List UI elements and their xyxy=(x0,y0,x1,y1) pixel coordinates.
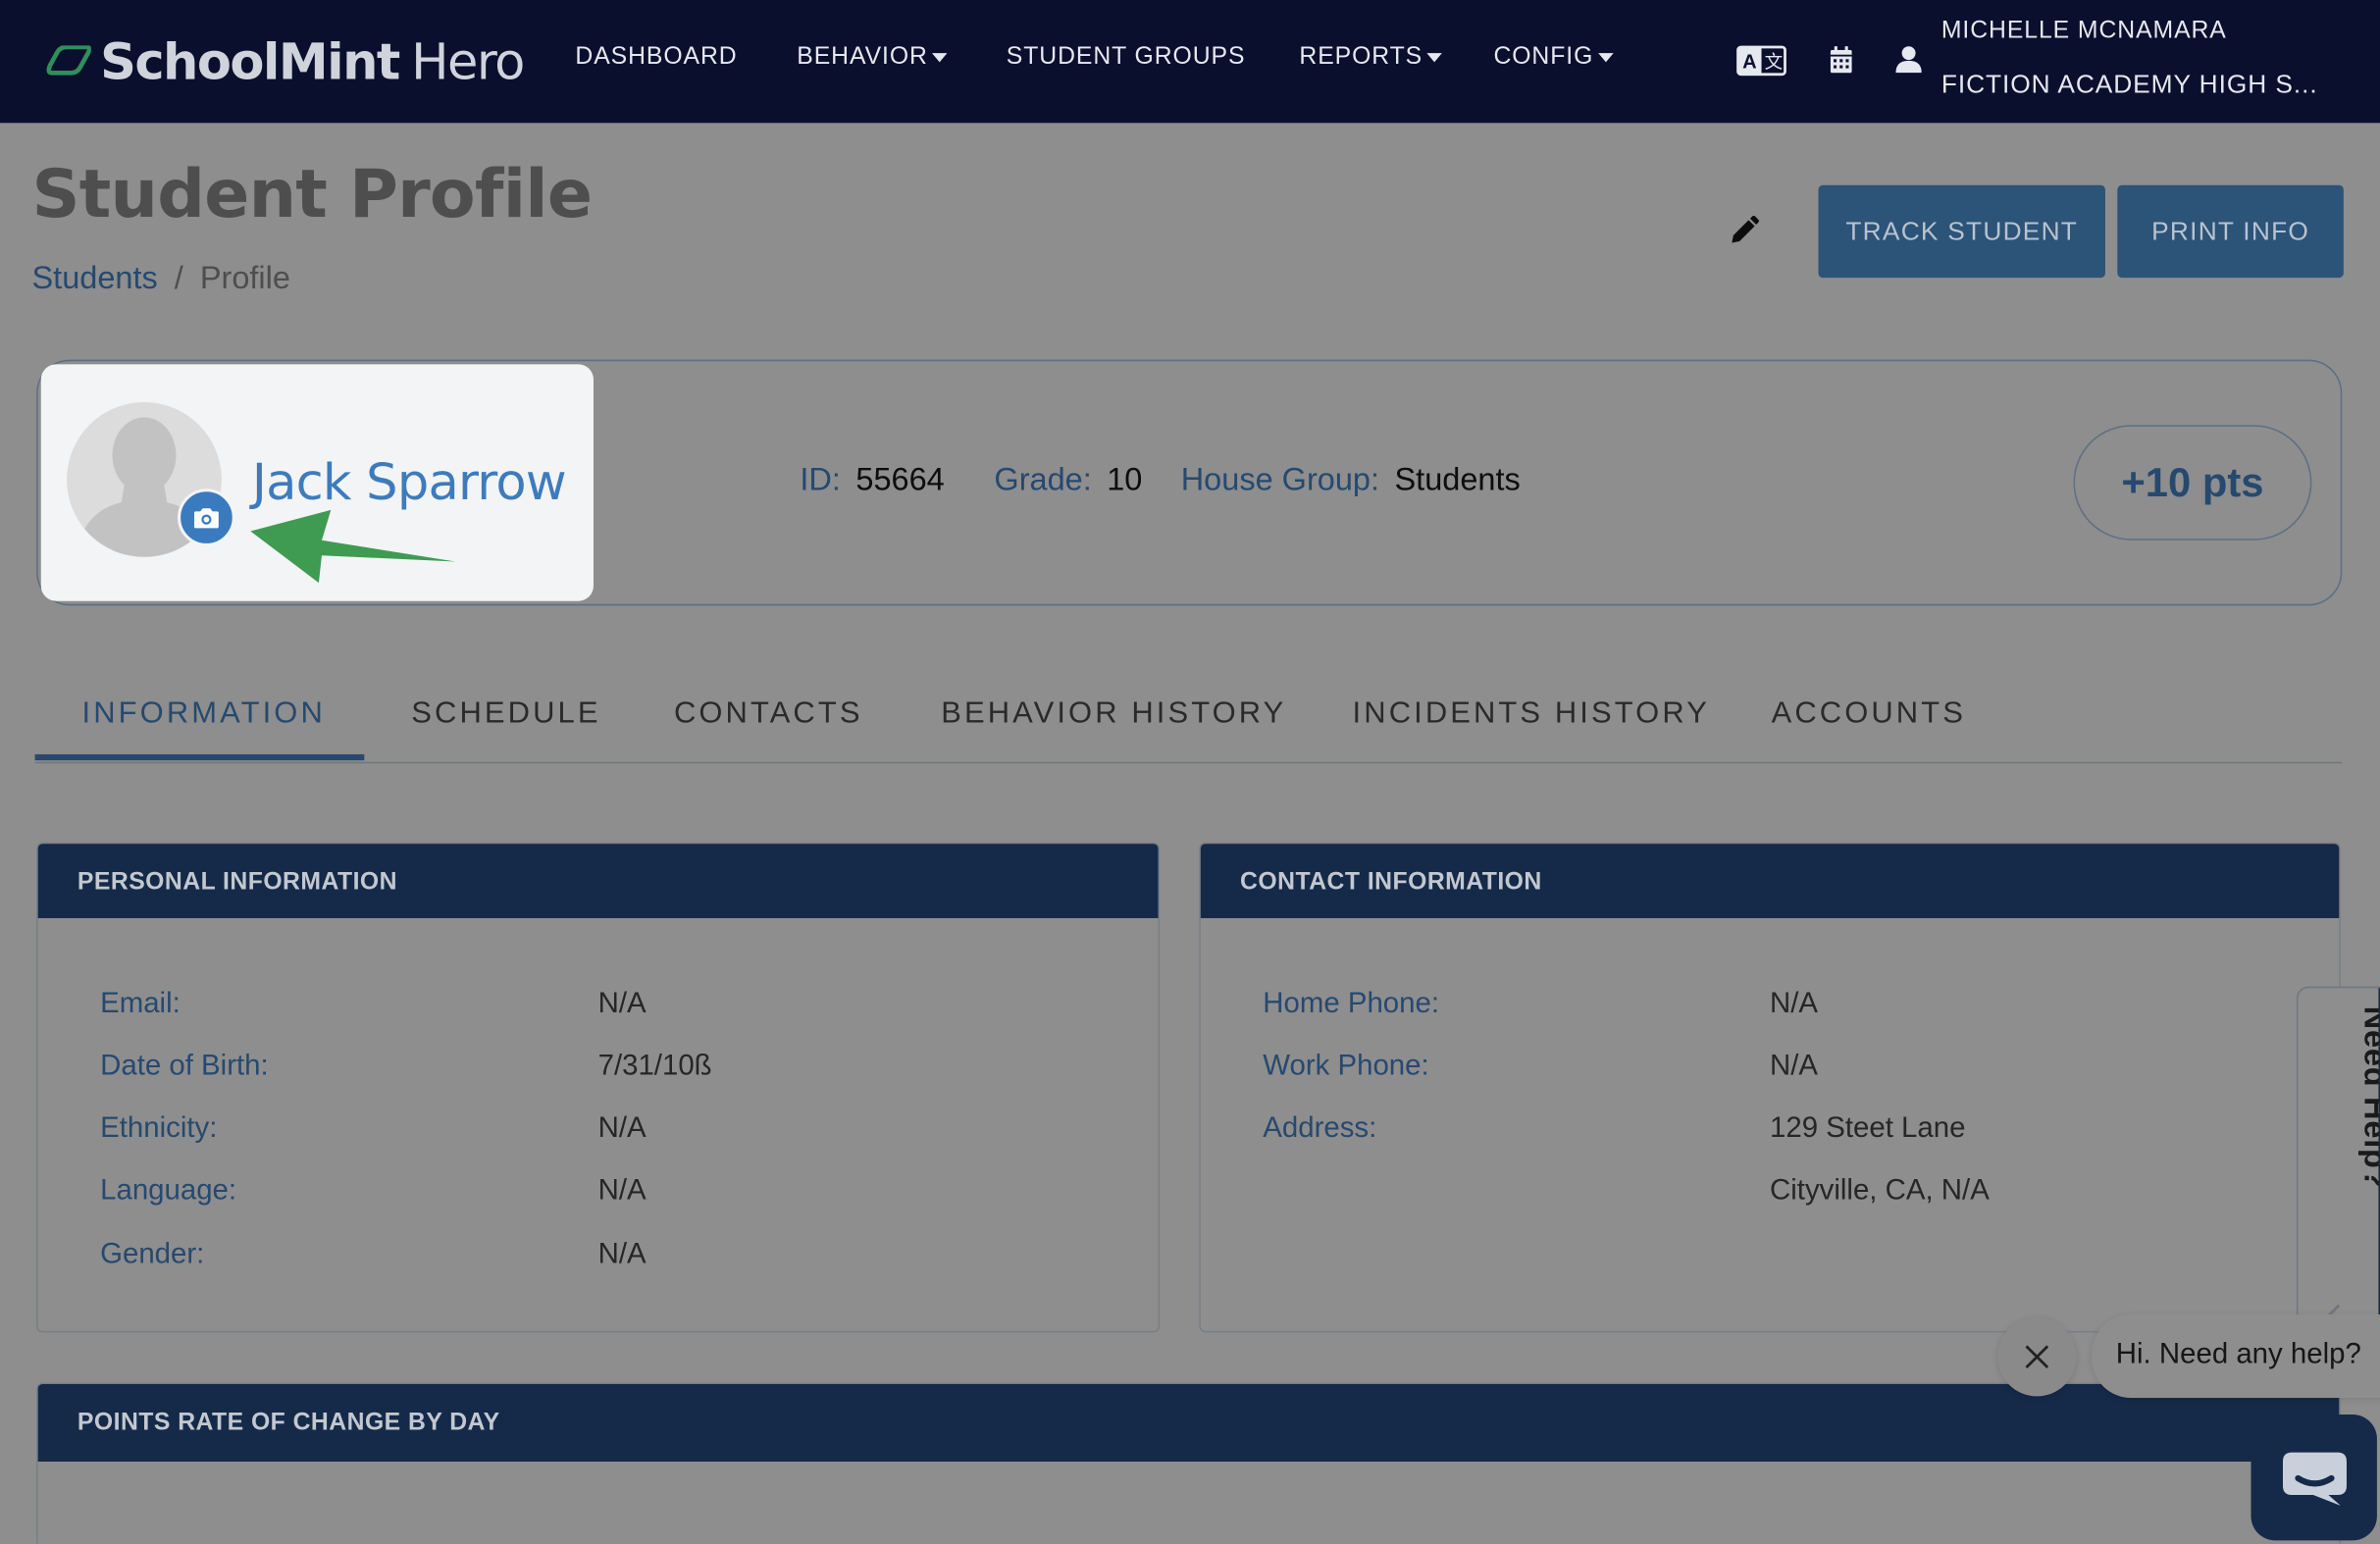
caret-down-icon xyxy=(932,53,948,63)
nav-student-groups[interactable]: STUDENT GROUPS xyxy=(1007,44,1246,72)
user-name[interactable]: MICHELLE MCNAMARA xyxy=(1941,19,2227,46)
panel-header: CONTACT INFORMATION xyxy=(1200,844,2340,919)
tab-contacts[interactable]: CONTACTS xyxy=(674,696,863,732)
panel-title: CONTACT INFORMATION xyxy=(1240,869,1542,896)
logo-suffix: Hero xyxy=(411,30,525,91)
contact-information-panel: CONTACT INFORMATION Home Phone: N/A Work… xyxy=(1199,842,2341,1333)
caret-down-icon xyxy=(1426,53,1443,63)
ethnicity-value: N/A xyxy=(597,1112,647,1145)
student-grade-label: Grade: xyxy=(994,462,1092,498)
breadcrumb-students-link[interactable]: Students xyxy=(31,261,157,297)
email-label: Email: xyxy=(100,988,181,1020)
tab-behavior-history[interactable]: BEHAVIOR HISTORY xyxy=(941,696,1286,732)
breadcrumb: Students / Profile xyxy=(31,261,289,297)
svg-text:A: A xyxy=(1742,52,1757,74)
user-icon[interactable] xyxy=(1895,45,1922,74)
logo-text: SchoolMint xyxy=(100,30,400,91)
student-id-label: ID: xyxy=(800,462,841,498)
panel-header: POINTS RATE OF CHANGE BY DAY xyxy=(37,1384,2340,1462)
nav-config[interactable]: CONFIG xyxy=(1493,43,1614,72)
translate-icon[interactable]: A 文 xyxy=(1736,45,1786,77)
home-phone-value: N/A xyxy=(1770,988,1819,1020)
dob-value: 7/31/10ß xyxy=(597,1050,712,1083)
chat-launcher-button[interactable] xyxy=(2251,1414,2377,1541)
nav-dashboard-label: DASHBOARD xyxy=(575,43,738,71)
chat-icon xyxy=(2282,1451,2347,1506)
student-grade: Grade: 10 xyxy=(994,463,1142,499)
tab-incidents-history[interactable]: INCIDENTS HISTORY xyxy=(1353,696,1710,732)
points-rate-panel: POINTS RATE OF CHANGE BY DAY xyxy=(36,1382,2341,1544)
student-house-label: House Group: xyxy=(1180,462,1380,498)
chat-greeting-bubble[interactable]: Hi. Need any help? xyxy=(2092,1313,2380,1398)
student-house: House Group: Students xyxy=(1181,463,1521,499)
top-nav: SchoolMint Hero DASHBOARD BEHAVIOR STUDE… xyxy=(0,0,2380,124)
home-phone-label: Home Phone: xyxy=(1263,988,1440,1020)
student-house-value: Students xyxy=(1394,462,1521,498)
address-line1: 129 Steet Lane xyxy=(1770,1112,1966,1145)
gender-value: N/A xyxy=(597,1238,647,1271)
need-help-tab[interactable]: Need Help? xyxy=(2296,986,2380,1344)
student-grade-value: 10 xyxy=(1107,462,1143,498)
dob-label: Date of Birth: xyxy=(100,1050,269,1083)
logo-mark-icon xyxy=(46,45,91,76)
nav-behavior[interactable]: BEHAVIOR xyxy=(797,44,948,72)
language-label: Language: xyxy=(100,1174,237,1208)
page-title: Student Profile xyxy=(31,156,593,234)
student-id-value: 55664 xyxy=(855,462,945,498)
active-tab-indicator xyxy=(34,753,365,761)
nav-student-groups-label: STUDENT GROUPS xyxy=(1006,43,1246,71)
profile-tabs: INFORMATION SCHEDULE CONTACTS BEHAVIOR H… xyxy=(34,668,2343,764)
schoolmint-logo[interactable]: SchoolMint Hero xyxy=(45,30,525,91)
address-line2: Cityville, CA, N/A xyxy=(1770,1174,1990,1208)
chat-dismiss-button[interactable] xyxy=(1997,1316,2077,1397)
gender-label: Gender: xyxy=(100,1238,205,1271)
work-phone-value: N/A xyxy=(1770,1050,1819,1083)
nav-config-label: CONFIG xyxy=(1493,43,1594,71)
pointer-arrow-icon xyxy=(250,509,456,584)
tab-accounts[interactable]: ACCOUNTS xyxy=(1772,696,1966,732)
nav-reports[interactable]: REPORTS xyxy=(1299,43,1443,72)
breadcrumb-current: Profile xyxy=(199,261,290,296)
points-badge[interactable]: +10 pts xyxy=(2073,425,2312,540)
personal-information-panel: PERSONAL INFORMATION Email: N/A Date of … xyxy=(36,842,1161,1333)
tab-information[interactable]: INFORMATION xyxy=(82,696,326,732)
print-info-button[interactable]: PRINT INFO xyxy=(2117,184,2344,279)
language-value: N/A xyxy=(597,1174,647,1208)
pencil-icon[interactable] xyxy=(1729,215,1759,246)
panel-header: PERSONAL INFORMATION xyxy=(37,844,1159,919)
chat-greeting-text: Hi. Need any help? xyxy=(2115,1338,2361,1371)
work-phone-label: Work Phone: xyxy=(1263,1050,1429,1083)
calendar-icon[interactable] xyxy=(1829,45,1853,74)
address-label: Address: xyxy=(1263,1112,1377,1145)
panel-title: POINTS RATE OF CHANGE BY DAY xyxy=(77,1410,500,1436)
track-student-button[interactable]: TRACK STUDENT xyxy=(1818,184,2105,279)
close-icon xyxy=(2025,1345,2049,1369)
caret-down-icon xyxy=(1597,53,1614,63)
school-name[interactable]: FICTION ACADEMY HIGH S... xyxy=(1941,70,2318,100)
svg-text:文: 文 xyxy=(1765,52,1784,73)
ethnicity-label: Ethnicity: xyxy=(100,1112,218,1145)
breadcrumb-separator: / xyxy=(174,261,183,296)
upload-photo-button[interactable] xyxy=(178,489,235,546)
nav-reports-label: REPORTS xyxy=(1299,43,1423,71)
panel-title: PERSONAL INFORMATION xyxy=(77,869,397,896)
nav-behavior-label: BEHAVIOR xyxy=(797,43,928,71)
camera-icon xyxy=(194,507,219,528)
student-id: ID: 55664 xyxy=(800,463,944,499)
need-help-label: Need Help? xyxy=(2356,1005,2380,1190)
nav-dashboard[interactable]: DASHBOARD xyxy=(575,44,737,72)
email-value: N/A xyxy=(597,988,647,1020)
tab-schedule[interactable]: SCHEDULE xyxy=(411,696,600,732)
